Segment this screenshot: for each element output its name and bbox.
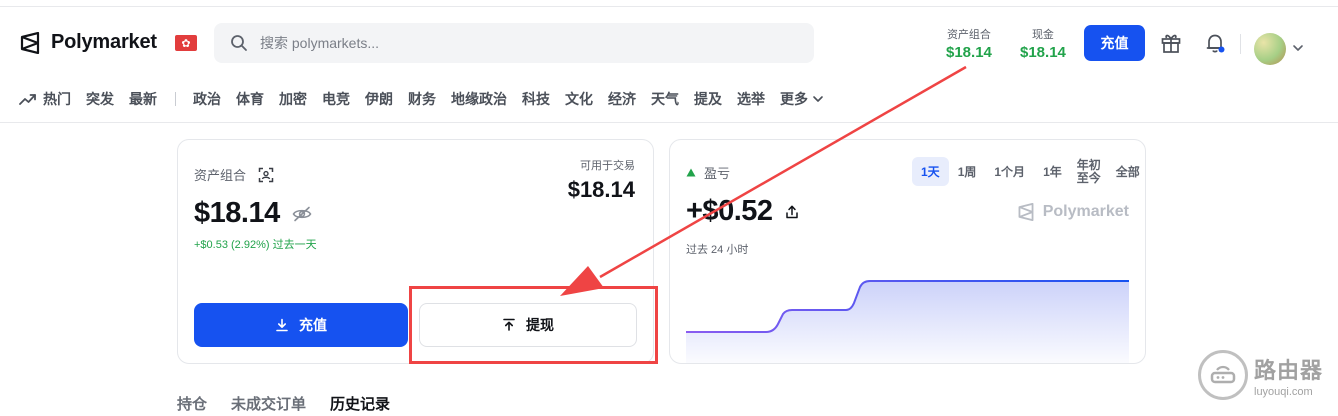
header: Polymarket ✿ 资产组合 $18.14 现金 $18.14 充值: [0, 7, 1338, 79]
site-watermark: 路由器 luyouqi.com: [1198, 350, 1323, 400]
polymarket-logo-icon: [20, 31, 40, 54]
nav-item-new[interactable]: 最新: [129, 89, 157, 109]
nav-item-hot[interactable]: 热门: [19, 89, 71, 109]
range-1d[interactable]: 1天: [912, 157, 949, 186]
polymarket-watermark: Polymarket: [1017, 203, 1129, 221]
nav-item-culture[interactable]: 文化: [565, 89, 593, 109]
nav-item-sports[interactable]: 体育: [236, 89, 264, 109]
portfolio-balance-value: $18.14: [194, 197, 280, 229]
avatar[interactable]: [1254, 33, 1286, 65]
trending-icon: [19, 92, 37, 106]
search-bar[interactable]: [214, 23, 814, 63]
region-flag-icon[interactable]: ✿: [175, 35, 197, 51]
range-selector: 1天 1周 1个月 1年 年初至今 全部: [912, 157, 1145, 186]
cash-summary-label: 现金: [1031, 29, 1054, 41]
eye-off-icon[interactable]: [292, 206, 312, 222]
polymarket-logo-icon: [1018, 203, 1034, 221]
nav-item-tech[interactable]: 科技: [522, 89, 550, 109]
cash-summary-value: $18.14: [1020, 44, 1066, 61]
range-ytd[interactable]: 年初至今: [1071, 158, 1107, 186]
notification-bell-icon[interactable]: [1203, 31, 1227, 55]
range-1y[interactable]: 1年: [1034, 157, 1071, 186]
portfolio-card-title: 资产组合: [194, 165, 274, 184]
pnl-period: 过去 24 小时: [686, 244, 749, 256]
annotation-highlight-box: [409, 286, 658, 364]
watermark-en: luyouqi.com: [1254, 385, 1313, 398]
header-divider: [1240, 34, 1241, 54]
chevron-down-icon: [813, 96, 823, 102]
pnl-card-title: 盈亏: [686, 163, 730, 182]
portfolio-change: +$0.53 (2.92%) 过去一天: [194, 239, 317, 251]
scan-icon[interactable]: [258, 167, 274, 183]
nav-item-esports[interactable]: 电竞: [322, 89, 350, 109]
nav-item-crypto[interactable]: 加密: [279, 89, 307, 109]
nav-item-mentions[interactable]: 提及: [694, 89, 722, 109]
watermark-text: Polymarket: [1042, 203, 1129, 220]
pnl-chart: [686, 280, 1129, 363]
portfolio-summary-label: 资产组合: [946, 29, 991, 41]
nav-item-label: 热门: [43, 91, 71, 107]
header-deposit-button[interactable]: 充值: [1084, 25, 1145, 61]
portfolio-card-title-text: 资产组合: [194, 168, 247, 183]
deposit-button[interactable]: 充值: [194, 303, 408, 347]
range-1w[interactable]: 1周: [949, 157, 986, 186]
pnl-value: +$0.52: [686, 195, 773, 227]
available-label: 可用于交易: [580, 160, 635, 172]
available-value: $18.14: [567, 177, 635, 202]
tab-history[interactable]: 历史记录: [330, 393, 390, 414]
router-icon: [1198, 350, 1248, 400]
range-all[interactable]: 全部: [1107, 157, 1145, 186]
portfolio-summary[interactable]: 资产组合 $18.14: [946, 26, 992, 61]
tab-positions[interactable]: 持仓: [177, 393, 207, 414]
chevron-down-icon[interactable]: [1292, 42, 1304, 54]
nav-divider: [175, 92, 176, 106]
nav-item-geopolitics[interactable]: 地缘政治: [451, 89, 507, 109]
tab-open-orders[interactable]: 未成交订单: [231, 393, 306, 414]
category-nav: 热门 突发 最新 政治 体育 加密 电竞 伊朗 财务 地缘政治 科技 文化 经济…: [19, 88, 824, 110]
nav-more-button[interactable]: 更多: [780, 89, 824, 109]
pnl-value-row: +$0.52: [686, 195, 799, 228]
gift-icon[interactable]: [1159, 31, 1183, 55]
nav-item-weather[interactable]: 天气: [651, 89, 679, 109]
nav-item-breaking[interactable]: 突发: [86, 89, 114, 109]
share-icon[interactable]: [785, 205, 799, 219]
cash-summary[interactable]: 现金 $18.14: [1020, 26, 1066, 61]
nav-item-economy[interactable]: 经济: [608, 89, 636, 109]
triangle-up-icon: [686, 168, 696, 177]
search-input[interactable]: [258, 34, 782, 52]
download-icon: [276, 318, 288, 332]
pnl-card: 盈亏 1天 1周 1个月 1年 年初至今 全部 +$0.52 过去 24 小时 …: [669, 139, 1146, 364]
nav-more-label: 更多: [780, 91, 808, 107]
nav-item-iran[interactable]: 伊朗: [365, 89, 393, 109]
portfolio-summary-value: $18.14: [946, 44, 992, 61]
watermark-cn: 路由器: [1254, 357, 1324, 383]
deposit-button-label: 充值: [299, 317, 327, 333]
nav-item-politics[interactable]: 政治: [193, 89, 221, 109]
brand-name: Polymarket: [51, 31, 157, 53]
logo[interactable]: Polymarket: [19, 31, 157, 54]
range-1m[interactable]: 1个月: [985, 157, 1034, 186]
pnl-chart-area: [686, 281, 1129, 363]
nav-item-elections[interactable]: 选举: [737, 89, 765, 109]
portfolio-balance: $18.14: [194, 197, 312, 230]
search-icon: [230, 34, 248, 52]
pnl-card-title-text: 盈亏: [704, 166, 731, 181]
nav-border: [0, 122, 1338, 123]
history-tabs: 持仓 未成交订单 历史记录: [177, 393, 414, 414]
nav-item-finance[interactable]: 财务: [408, 89, 436, 109]
